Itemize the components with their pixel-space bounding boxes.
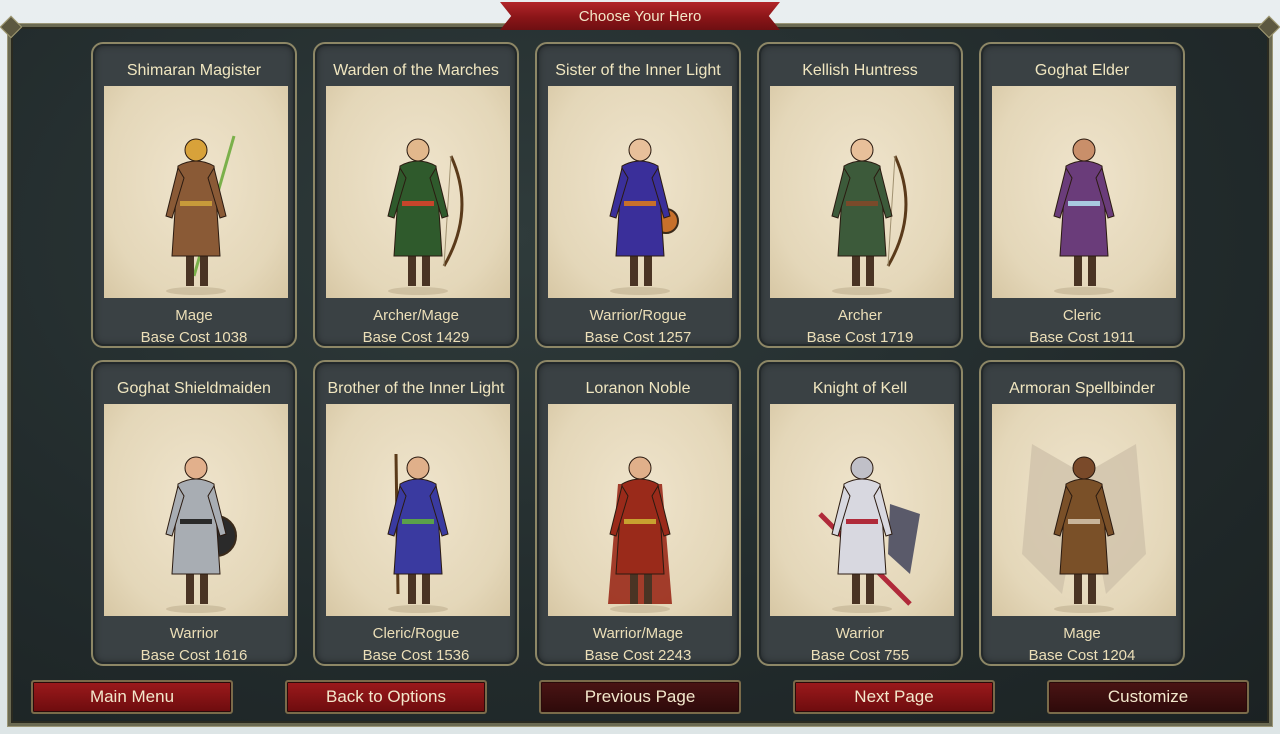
hero-name: Armoran Spellbinder bbox=[1009, 380, 1155, 397]
title-banner: Choose Your Hero bbox=[500, 2, 780, 30]
hero-name: Goghat Elder bbox=[1034, 62, 1130, 79]
hero-card-loranon-noble[interactable]: Loranon Noble Warrior/Mage Base Cost 2243 bbox=[535, 360, 741, 666]
hero-class: Cleric/Rogue bbox=[372, 625, 460, 642]
hero-base-cost: Base Cost 1616 bbox=[140, 647, 248, 664]
hero-name: Goghat Shieldmaiden bbox=[117, 380, 271, 397]
hero-portrait bbox=[104, 86, 288, 298]
hero-name: Warden of the Marches bbox=[333, 62, 499, 79]
hero-card-armoran-spellbinder[interactable]: Armoran Spellbinder Mage Base Cost 1204 bbox=[979, 360, 1185, 666]
previous-page-button[interactable]: Previous Page bbox=[539, 680, 741, 714]
hero-class: Archer bbox=[837, 307, 883, 324]
hero-name: Kellish Huntress bbox=[802, 62, 918, 79]
hero-name: Sister of the Inner Light bbox=[555, 62, 721, 79]
hero-base-cost: Base Cost 1204 bbox=[1028, 647, 1136, 664]
hero-card-kellish-huntress[interactable]: Kellish Huntress Archer Base Cost 1719 bbox=[757, 42, 963, 348]
hero-card-sister-of-the-inner-light[interactable]: Sister of the Inner Light Warrior/Rogue B… bbox=[535, 42, 741, 348]
hero-name: Shimaran Magister bbox=[126, 62, 262, 79]
hero-class: Warrior bbox=[169, 625, 219, 642]
hero-figure-illustration bbox=[831, 138, 908, 295]
main-menu-button[interactable]: Main Menu bbox=[31, 680, 233, 714]
hero-portrait bbox=[548, 86, 732, 298]
hero-card-goghat-shieldmaiden[interactable]: Goghat Shieldmaiden Warrior Base Cost 161… bbox=[91, 360, 297, 666]
hero-card-shimaran-magister[interactable]: Shimaran Magister Mage Base Cost 1038 bbox=[91, 42, 297, 348]
hero-base-cost: Base Cost 1429 bbox=[362, 329, 470, 346]
hero-portrait bbox=[326, 404, 510, 616]
hero-class: Warrior/Mage bbox=[592, 625, 684, 642]
hero-portrait bbox=[326, 86, 510, 298]
hero-card-warden-of-the-marches[interactable]: Warden of the Marches Archer/Mage Base Co… bbox=[313, 42, 519, 348]
frame-corner-ornament bbox=[1257, 15, 1280, 39]
hero-figure-illustration bbox=[165, 456, 237, 613]
hero-base-cost: Base Cost 1038 bbox=[140, 329, 248, 346]
hero-base-cost: Base Cost 1719 bbox=[806, 329, 914, 346]
hero-class: Warrior bbox=[835, 625, 885, 642]
hero-portrait bbox=[770, 404, 954, 616]
hero-portrait bbox=[992, 404, 1176, 616]
customize-label: Customize bbox=[1107, 687, 1189, 706]
main-menu-label: Main Menu bbox=[89, 687, 175, 706]
frame-corner-ornament bbox=[0, 15, 23, 39]
hero-figure-illustration bbox=[387, 453, 449, 613]
hero-base-cost: Base Cost 755 bbox=[810, 647, 910, 664]
hero-figure-illustration bbox=[1022, 444, 1146, 613]
hero-card-goghat-elder[interactable]: Goghat Elder Cleric Base Cost 1911 bbox=[979, 42, 1185, 348]
hero-name: Brother of the Inner Light bbox=[327, 380, 505, 397]
hero-portrait bbox=[992, 86, 1176, 298]
hero-class: Mage bbox=[1063, 625, 1101, 642]
hero-name: Knight of Kell bbox=[812, 380, 908, 397]
page-title: Choose Your Hero bbox=[578, 7, 702, 25]
hero-portrait bbox=[548, 404, 732, 616]
next-page-label: Next Page bbox=[854, 687, 934, 706]
hero-class: Archer/Mage bbox=[373, 307, 459, 324]
previous-page-label: Previous Page bbox=[584, 687, 696, 706]
hero-figure-illustration bbox=[387, 138, 464, 295]
next-page-button[interactable]: Next Page bbox=[793, 680, 995, 714]
hero-class: Warrior/Rogue bbox=[589, 307, 687, 324]
hero-portrait bbox=[104, 404, 288, 616]
hero-name: Loranon Noble bbox=[585, 380, 691, 397]
hero-base-cost: Base Cost 1257 bbox=[584, 329, 692, 346]
hero-figure-illustration bbox=[165, 135, 236, 295]
back-to-options-button[interactable]: Back to Options bbox=[285, 680, 487, 714]
hero-figure-illustration bbox=[1053, 138, 1115, 295]
customize-button[interactable]: Customize bbox=[1047, 680, 1249, 714]
hero-card-brother-of-the-inner-light[interactable]: Brother of the Inner Light Cleric/Rogue B… bbox=[313, 360, 519, 666]
hero-base-cost: Base Cost 1911 bbox=[1029, 329, 1135, 346]
hero-figure-illustration bbox=[608, 456, 672, 613]
hero-portrait bbox=[770, 86, 954, 298]
hero-class: Mage bbox=[175, 307, 213, 324]
hero-figure-illustration bbox=[609, 138, 679, 295]
hero-card-knight-of-kell[interactable]: Knight of Kell Warrior Base Cost 755 bbox=[757, 360, 963, 666]
back-to-options-label: Back to Options bbox=[325, 687, 446, 706]
hero-base-cost: Base Cost 2243 bbox=[584, 647, 692, 664]
hero-class: Cleric bbox=[1062, 307, 1102, 324]
hero-base-cost: Base Cost 1536 bbox=[362, 647, 470, 664]
hero-figure-illustration bbox=[818, 456, 920, 613]
